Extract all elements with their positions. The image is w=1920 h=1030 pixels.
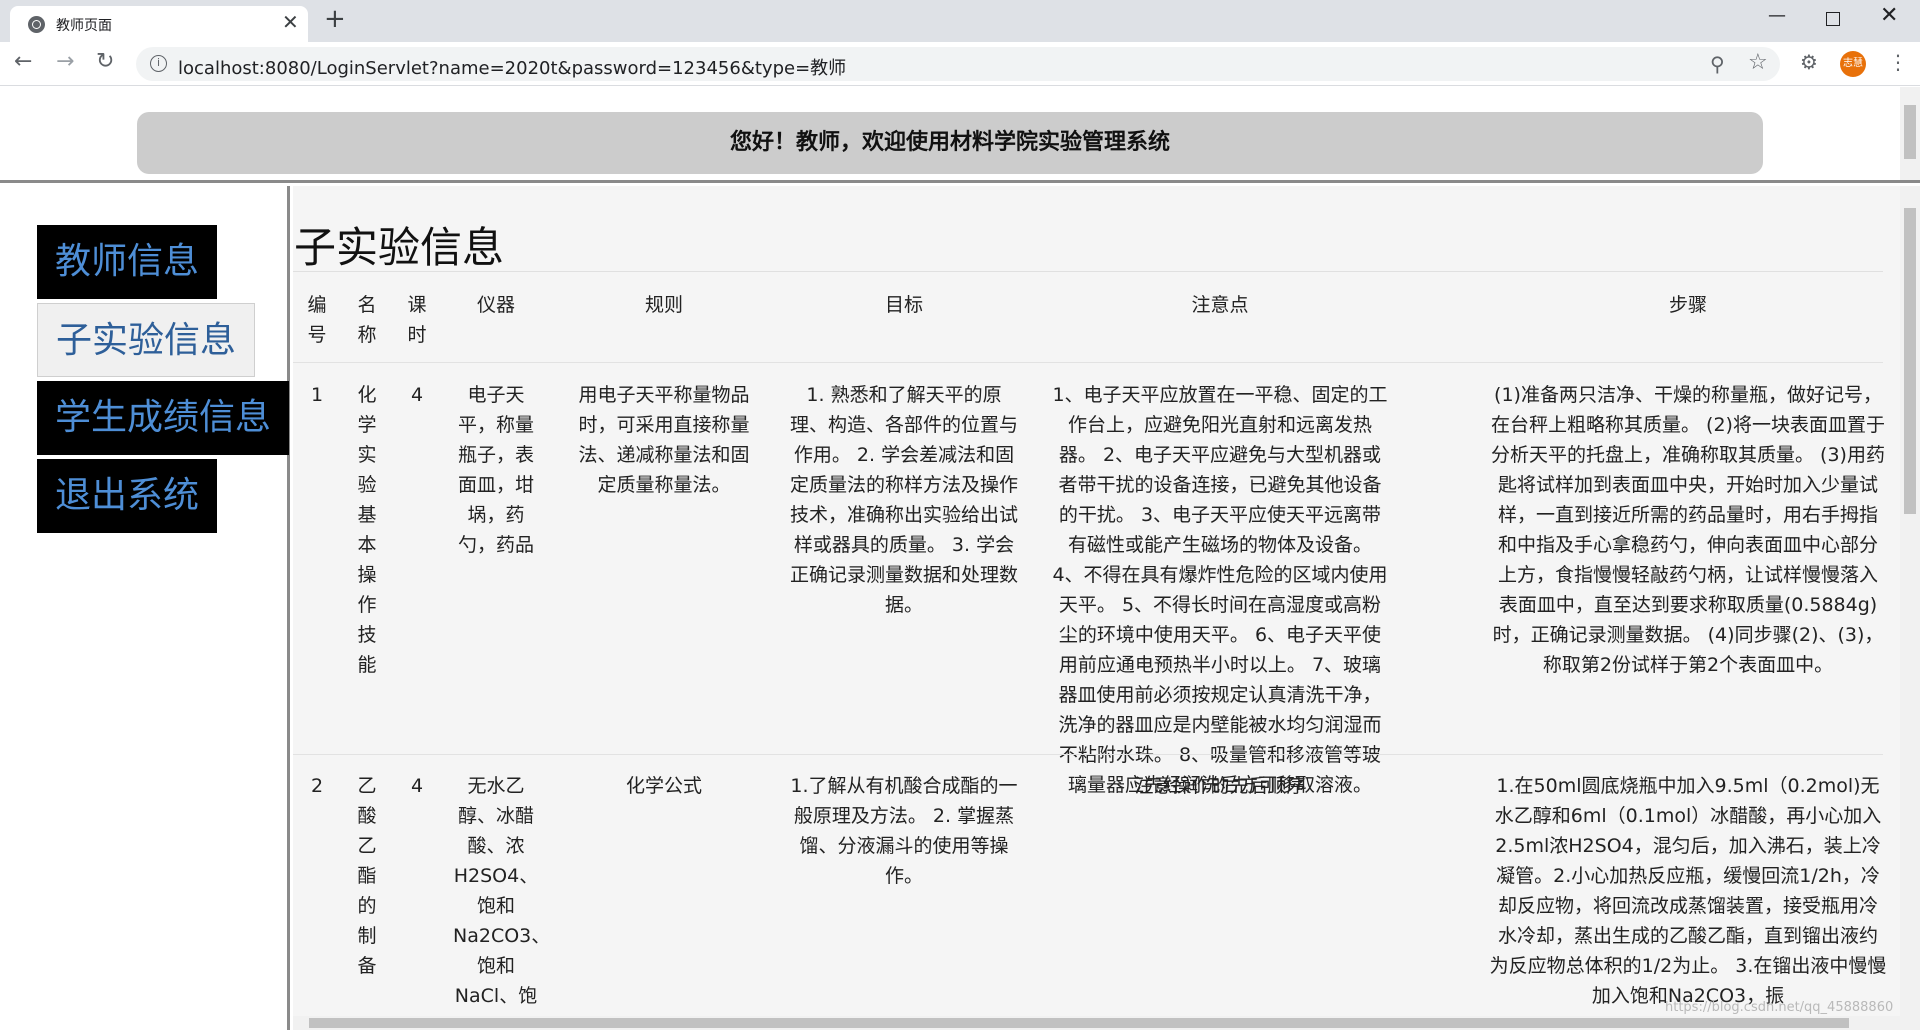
cell-id: 2 [310, 775, 324, 797]
header-scrollbar[interactable] [1900, 87, 1920, 180]
sidebar-item-sub-experiment-info[interactable]: 子实验信息 [37, 303, 256, 377]
column-header-rules: 规则 [644, 294, 683, 316]
browser-toolbar: ← → ↻ i localhost:8080/LoginServlet?name… [0, 42, 1920, 86]
header-scrollbar-thumb[interactable] [1904, 105, 1916, 159]
back-arrow-icon[interactable]: ← [14, 50, 32, 74]
minimize-icon[interactable]: — [1768, 6, 1786, 26]
cell-instruments: 无水乙醇、冰醋酸、浓H2SO4、饱和Na2CO3、饱和NaCl、饱 [453, 775, 551, 1007]
welcome-banner: 您好！教师，欢迎使用材料学院实验管理系统 [137, 112, 1763, 174]
cell-id: 1 [310, 384, 324, 406]
main-horizontal-scrollbar[interactable] [293, 1016, 1900, 1030]
page-title: 子实验信息 [294, 223, 505, 272]
sidebar-item-logout[interactable]: 退出系统 [37, 459, 218, 533]
close-tab-icon[interactable]: ✕ [282, 12, 299, 32]
column-header-goals: 目标 [884, 294, 923, 316]
title-divider [293, 271, 1883, 272]
extensions-puzzle-icon[interactable]: ⚙ [1800, 50, 1818, 74]
cell-name: 乙酸乙酯的制备 [357, 775, 377, 977]
bookmark-star-icon[interactable]: ☆ [1748, 50, 1768, 75]
cell-goals: 1.了解从有机酸合成酯的一般原理及方法。 2. 掌握蒸馏、分液漏斗的使用等操作。 [790, 775, 1018, 887]
cell-rules: 用电子天平称量物品时，可采用直接称量法、递减称量法和固定质量称量法。 [578, 384, 750, 496]
cell-notes: 注意操作的先后顺序 [1134, 775, 1306, 797]
row-separator [293, 362, 1883, 363]
header-frame: 您好！教师，欢迎使用材料学院实验管理系统 [0, 87, 1920, 183]
column-header-id: 编号 [307, 294, 327, 346]
sidebar-item-teacher-info[interactable]: 教师信息 [37, 225, 218, 299]
watermark: https://blog.csdn.net/qq_45888860 [1665, 1000, 1894, 1015]
column-header-notes: 注意点 [1191, 294, 1249, 316]
kebab-menu-icon[interactable]: ⋮ [1888, 50, 1908, 74]
cell-instruments: 电子天平，称量瓶子，表面皿，坩埚，药勺，药品 [457, 384, 534, 556]
reload-icon[interactable]: ↻ [96, 50, 114, 74]
cell-steps: (1)准备两只洁净、干燥的称量瓶，做好记号，在台秤上粗略称其质量。 (2)将一块… [1491, 384, 1885, 676]
browser-tab[interactable]: 教师页面 ✕ [10, 6, 308, 42]
cell-hours: 4 [410, 384, 424, 406]
row-separator [293, 754, 1883, 755]
forward-arrow-icon[interactable]: → [56, 50, 74, 74]
globe-icon [28, 16, 45, 33]
address-bar[interactable]: i localhost:8080/LoginServlet?name=2020t… [136, 47, 1780, 81]
column-header-hours: 课时 [407, 294, 427, 346]
cell-notes: 1、电子天平应放置在一平稳、固定的工作台上，应避免阳光直射和远离发热器。 2、电… [1052, 384, 1388, 796]
new-tab-button[interactable]: + [324, 6, 346, 32]
main-vertical-scrollbar-thumb[interactable] [1904, 208, 1916, 514]
sidebar-item-student-grades[interactable]: 学生成绩信息 [37, 381, 290, 455]
cell-rules: 化学公式 [625, 775, 702, 797]
profile-avatar[interactable]: 志慧 [1840, 51, 1866, 77]
cell-steps: 1.在50ml圆底烧瓶中加入9.5ml（0.2mol)无水乙醇和6ml（0.1m… [1489, 775, 1887, 1007]
maximize-icon[interactable] [1826, 12, 1840, 26]
column-header-steps: 步骤 [1668, 294, 1707, 316]
column-header-name: 名称 [357, 294, 377, 346]
key-icon[interactable]: ⚲ [1710, 52, 1725, 76]
column-header-instruments: 仪器 [476, 294, 515, 316]
close-window-icon[interactable]: ✕ [1880, 5, 1898, 27]
main-vertical-scrollbar[interactable] [1900, 186, 1920, 1030]
info-icon[interactable]: i [150, 55, 167, 72]
cell-goals: 1. 熟悉和了解天平的原理、构造、各部件的位置与作用。 2. 学会差减法和固定质… [790, 384, 1019, 616]
tab-title: 教师页面 [56, 18, 112, 34]
main-content: 子实验信息 编号 名称 课时 仪器 规则 目标 注意点 步骤 1 化学实验基本操… [293, 186, 1920, 1030]
browser-tabstrip: 教师页面 ✕ + — ✕ [0, 0, 1920, 42]
main-horizontal-scrollbar-thumb[interactable] [309, 1018, 1849, 1028]
cell-hours: 4 [410, 775, 424, 797]
sidebar: 教师信息 子实验信息 学生成绩信息 退出系统 [0, 186, 290, 1030]
url-text[interactable]: localhost:8080/LoginServlet?name=2020t&p… [178, 54, 846, 80]
cell-name: 化学实验基本操作技能 [357, 384, 377, 676]
